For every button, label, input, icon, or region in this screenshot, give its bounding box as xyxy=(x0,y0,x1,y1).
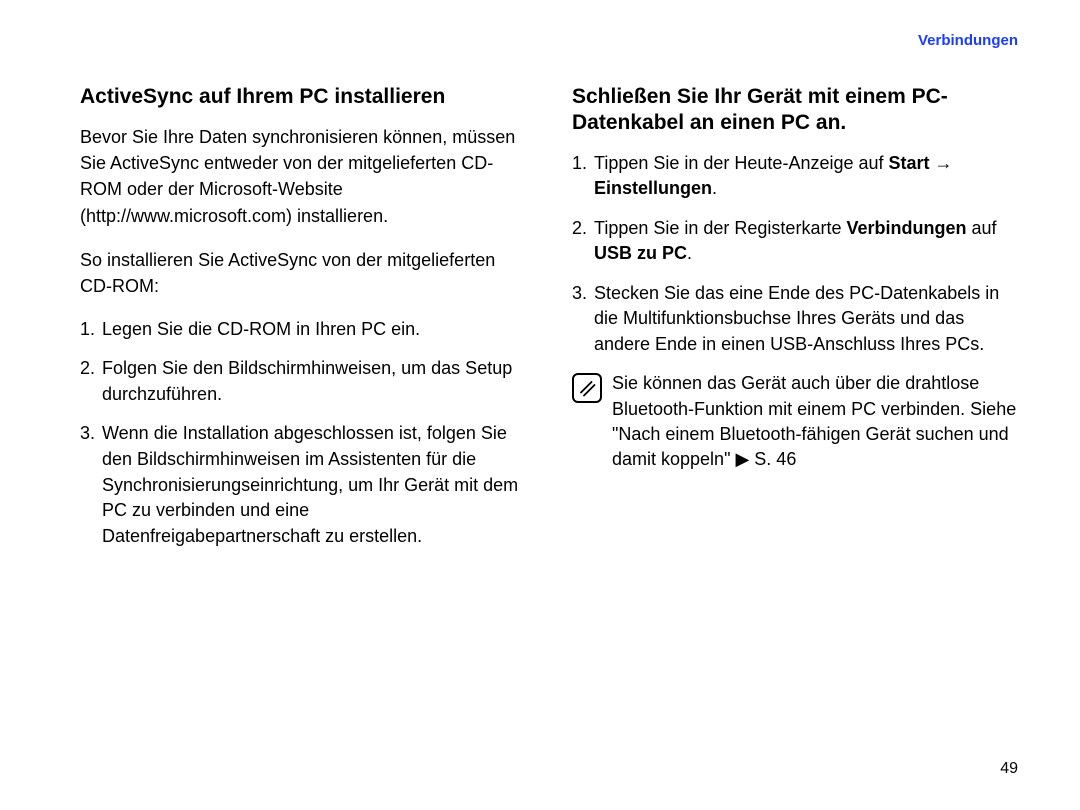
step-text: . xyxy=(687,243,692,263)
note-box: Sie können das Gerät auch über die draht… xyxy=(572,371,1020,472)
step-text: Tippen Sie in der Registerkarte xyxy=(594,218,846,238)
step-bold: USB zu PC xyxy=(594,243,687,263)
left-steps: Legen Sie die CD-ROM in Ihren PC ein. Fo… xyxy=(80,317,528,549)
page-number: 49 xyxy=(1000,760,1018,778)
header-section-link[interactable]: Verbindungen xyxy=(918,32,1018,49)
left-intro: Bevor Sie Ihre Daten synchronisieren kön… xyxy=(80,124,528,228)
list-item: Tippen Sie in der Registerkarte Verbindu… xyxy=(572,216,1020,267)
step-text: . xyxy=(712,178,717,198)
list-item: Tippen Sie in der Heute-Anzeige auf Star… xyxy=(572,151,1020,202)
step-text: Tippen Sie in der Heute-Anzeige auf xyxy=(594,153,889,173)
list-item: Legen Sie die CD-ROM in Ihren PC ein. xyxy=(80,317,528,343)
step-text: auf xyxy=(966,218,996,238)
list-item: Wenn die Installation abgeschlossen ist,… xyxy=(80,421,528,549)
right-heading: Schließen Sie Ihr Gerät mit einem PC-Dat… xyxy=(572,84,1020,137)
right-column: Schließen Sie Ihr Gerät mit einem PC-Dat… xyxy=(572,84,1020,563)
right-steps: Tippen Sie in der Heute-Anzeige auf Star… xyxy=(572,151,1020,358)
left-column: ActiveSync auf Ihrem PC installieren Bev… xyxy=(80,84,528,563)
list-item: Folgen Sie den Bildschirmhinweisen, um d… xyxy=(80,356,528,407)
left-heading: ActiveSync auf Ihrem PC installieren xyxy=(80,84,528,110)
content-columns: ActiveSync auf Ihrem PC installieren Bev… xyxy=(80,84,1020,563)
note-text: Sie können das Gerät auch über die draht… xyxy=(612,371,1020,472)
note-icon xyxy=(572,373,602,403)
list-item: Stecken Sie das eine Ende des PC-Datenka… xyxy=(572,281,1020,358)
step-bold: Verbindungen xyxy=(846,218,966,238)
left-lead: So installieren Sie ActiveSync von der m… xyxy=(80,247,528,299)
